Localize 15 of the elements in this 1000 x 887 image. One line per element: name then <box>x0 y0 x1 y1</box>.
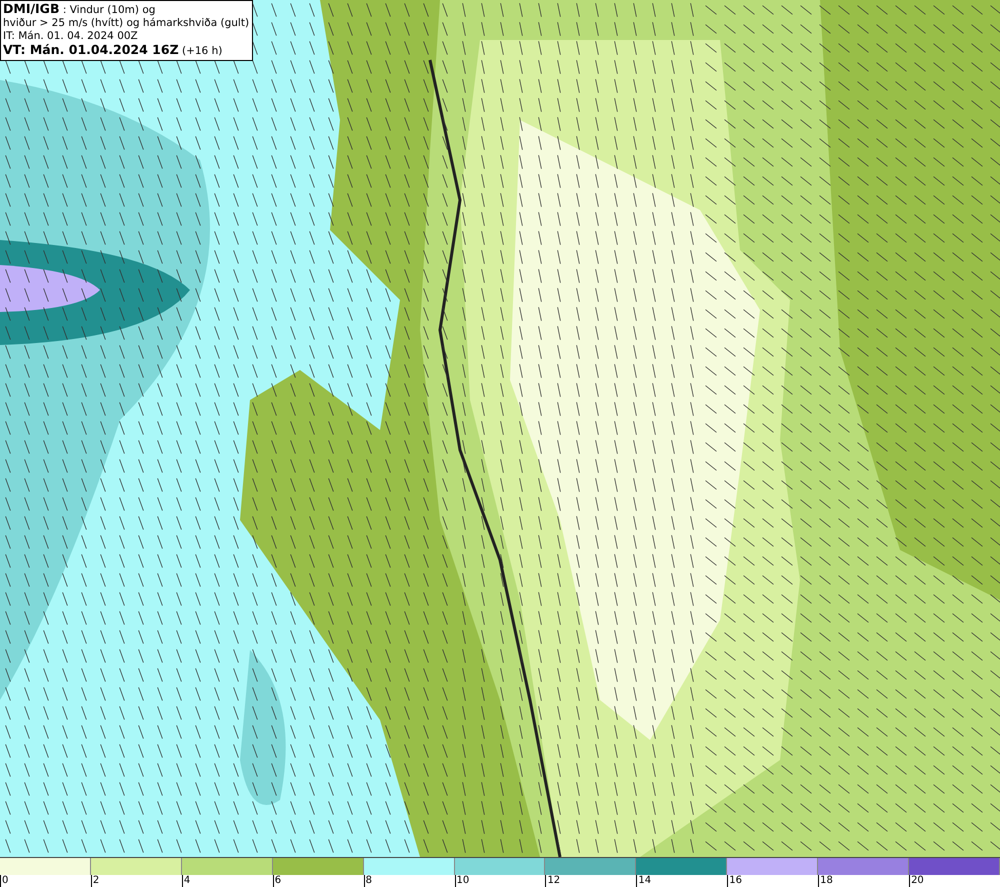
title-text: hviður > 25 m/s (hvítt) og hámarkshviða (gult) <box>3 17 250 30</box>
title-text: IT: Mán. 01. 04. 2024 00Z <box>3 30 139 43</box>
legend-label: 12 <box>545 875 560 887</box>
legend-label: 18 <box>818 875 833 887</box>
legend-label: 20 <box>909 875 924 887</box>
title-text: DMI/IGB : Vindur (10m) og <box>3 2 156 17</box>
legend-label: 14 <box>636 875 652 887</box>
legend-label: 2 <box>90 875 100 887</box>
legend-label: 16 <box>727 875 742 887</box>
legend-label: 6 <box>272 875 282 887</box>
legend-label: 10 <box>454 875 470 887</box>
legend-label: 4 <box>182 875 190 887</box>
legend-label: 8 <box>364 875 372 887</box>
legend-label: 0 <box>0 875 8 887</box>
title-text: VT: Mán. 01.04.2024 16Z (+16 h) <box>3 43 224 58</box>
